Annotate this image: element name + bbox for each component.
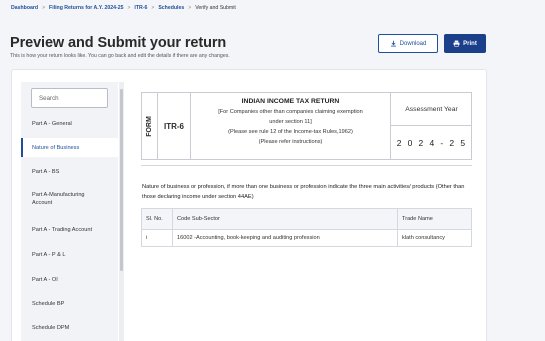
download-label: Download — [399, 40, 427, 47]
sidebar-item-label: Part A - BS — [32, 169, 60, 175]
column-header: Trade Name — [397, 208, 472, 230]
search-input[interactable]: Search — [31, 88, 108, 108]
breadcrumb-schedules[interactable]: Schedules — [158, 5, 184, 11]
return-title-line: (Please see rule 12 of the Income-tax Ru… — [228, 129, 353, 135]
sidebar-item-label: Schedule BP — [32, 301, 65, 307]
sidebar-item-part-a-oi[interactable]: Part A - OI — [21, 271, 118, 289]
sidebar-scrollbar-thumb[interactable] — [120, 89, 123, 271]
return-title-line: [For Companies other than companies clai… — [218, 109, 363, 115]
search-placeholder: Search — [39, 94, 59, 102]
sidebar-item-label: Part A - P & L — [32, 252, 66, 258]
sidebar-item-part-a-trading[interactable]: Part A - Trading Account — [21, 221, 118, 239]
breadcrumb-dashboard[interactable]: Dashboard — [11, 5, 38, 11]
form-name: ITR-6 — [158, 93, 191, 159]
column-header: Sl. No. — [141, 208, 173, 230]
section-divider — [141, 165, 472, 166]
return-title-line: (Please refer instructions) — [258, 139, 323, 145]
sidebar-item-part-a-pl[interactable]: Part A - P & L — [21, 246, 118, 264]
breadcrumb-separator: > — [127, 5, 131, 11]
table-cell-code: 16002 -Accounting, book-keeping and audi… — [172, 229, 398, 247]
sidebar-item-part-a-manufacturing[interactable]: Part A-Manufacturing Account — [21, 188, 118, 210]
form-label-cell: FORM — [142, 93, 158, 159]
return-header-table: FORM ITR-6 INDIAN INCOME TAX RETURN [For… — [141, 92, 472, 160]
sidebar-item-label: Part A - Trading Account — [32, 227, 93, 233]
return-title-line: under section 11] — [269, 119, 312, 125]
sidebar-item-part-a-bs[interactable]: Part A - BS — [21, 163, 118, 181]
table-cell-trade-name: klath consultancy — [402, 235, 445, 241]
assessment-year-label: Assessment Year — [391, 93, 472, 126]
breadcrumb-itr[interactable]: ITR-6 — [134, 5, 147, 11]
print-label: Print — [463, 40, 477, 47]
sidebar-item-label: Part A-Manufacturing Account — [32, 192, 85, 206]
breadcrumb: Dashboard > Filing Returns for A.Y. 2024… — [11, 5, 236, 11]
print-button[interactable]: Print — [444, 34, 486, 53]
business-table: Sl. No. Code Sub-Sector Trade Name i 160… — [141, 208, 472, 247]
return-title: INDIAN INCOME TAX RETURN — [241, 98, 340, 105]
sidebar-item-schedule-dpm[interactable]: Schedule DPM — [21, 319, 118, 337]
table-header-row: Sl. No. Code Sub-Sector Trade Name — [141, 208, 472, 230]
download-icon — [390, 40, 396, 47]
breadcrumb-separator: > — [42, 5, 46, 11]
breadcrumb-filing-returns[interactable]: Filing Returns for A.Y. 2024-25 — [49, 5, 123, 11]
breadcrumb-separator: > — [151, 5, 155, 11]
table-cell-sl-no: i — [141, 229, 173, 247]
sidebar-item-label: Part A - OI — [32, 277, 58, 283]
return-title-cell: INDIAN INCOME TAX RETURN [For Companies … — [191, 93, 391, 159]
breadcrumb-separator: > — [188, 5, 192, 11]
sidebar-item-label: Part A - General — [32, 121, 72, 127]
sidebar-item-nature-of-business[interactable]: Nature of Business — [21, 138, 118, 157]
print-icon — [453, 40, 460, 47]
page-title: Preview and Submit your return — [10, 35, 227, 51]
sidebar-item-part-a-general[interactable]: Part A - General — [21, 115, 118, 133]
assessment-year-value: 2024-25 — [396, 137, 472, 148]
download-button[interactable]: Download — [378, 34, 438, 53]
table-row: i 16002 -Accounting, book-keeping and au… — [141, 229, 472, 247]
nature-description: Nature of business or profession, if mor… — [142, 184, 465, 200]
sidebar-item-schedule-bp[interactable]: Schedule BP — [21, 295, 118, 313]
sidebar-item-label: Schedule DPM — [32, 325, 70, 331]
schedule-sidebar: Search Part A - General Nature of Busine… — [21, 82, 118, 341]
form-label: FORM — [146, 115, 154, 137]
breadcrumb-current: Verify and Submit — [195, 5, 236, 11]
sidebar-item-label: Nature of Business — [32, 144, 80, 151]
page-subtitle: This is how your return looks like. You … — [10, 53, 230, 59]
column-header: Code Sub-Sector — [172, 208, 398, 230]
